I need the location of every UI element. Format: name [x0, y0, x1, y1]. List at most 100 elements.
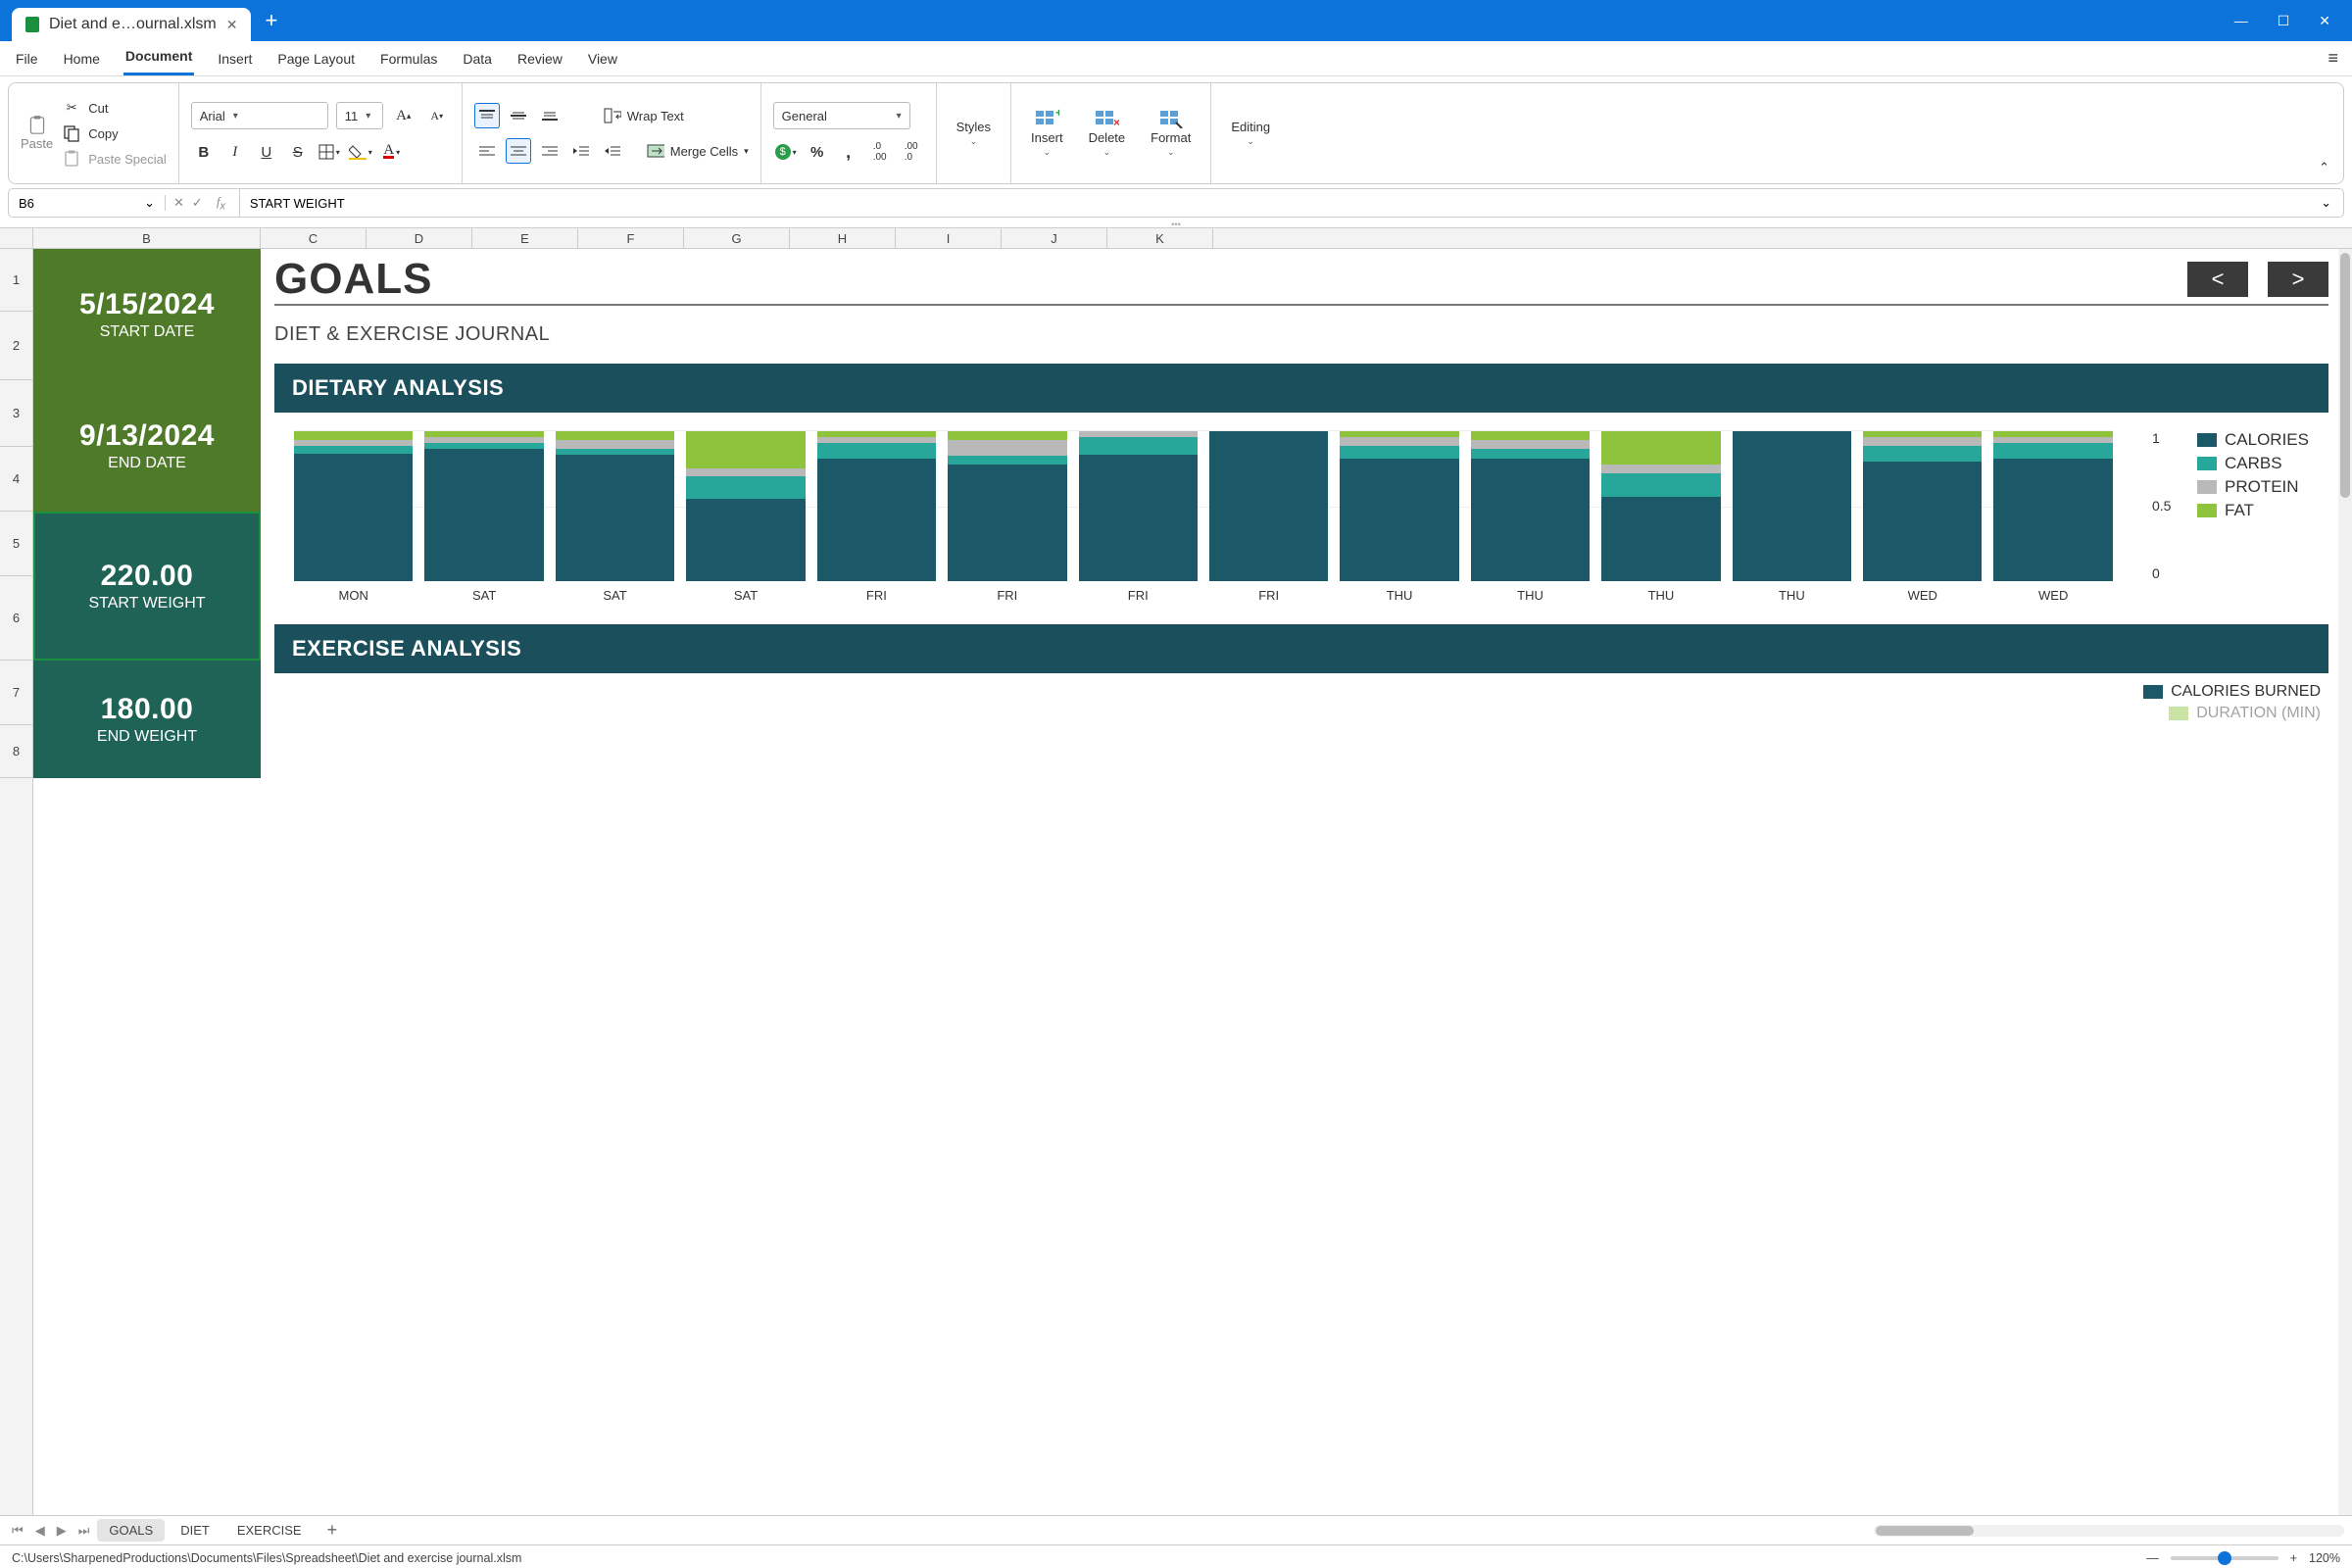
currency-button[interactable]: $▾	[773, 139, 799, 165]
align-top-button[interactable]	[474, 103, 500, 128]
column-header-H[interactable]: H	[790, 228, 896, 248]
column-header-C[interactable]: C	[261, 228, 367, 248]
sheet-nav-next[interactable]: ▶	[53, 1523, 71, 1539]
sheet-nav-prev[interactable]: ◀	[31, 1523, 49, 1539]
number-format-select[interactable]: General▾	[773, 102, 910, 129]
menu-item-page-layout[interactable]: Page Layout	[275, 45, 357, 73]
column-header-D[interactable]: D	[367, 228, 472, 248]
insert-cells-button[interactable]: + Insert⌄	[1023, 109, 1071, 158]
zoom-slider[interactable]	[2171, 1556, 2278, 1560]
menu-item-formulas[interactable]: Formulas	[378, 45, 439, 73]
expand-formula-bar-button[interactable]: ⌄	[2309, 195, 2343, 211]
editing-button[interactable]: Editing⌄	[1223, 120, 1278, 147]
column-header-B[interactable]: B	[33, 228, 261, 248]
row-header-8[interactable]: 8	[0, 725, 32, 778]
vertical-scrollbar[interactable]	[2338, 249, 2352, 1515]
row-header-1[interactable]: 1	[0, 249, 32, 312]
new-tab-button[interactable]: +	[265, 8, 277, 33]
maximize-button[interactable]: ☐	[2278, 13, 2290, 29]
menu-item-home[interactable]: Home	[62, 45, 102, 73]
close-window-button[interactable]: ✕	[2319, 13, 2330, 29]
sheet-tab-exercise[interactable]: EXERCISE	[225, 1519, 314, 1542]
delete-cells-button[interactable]: × Delete⌄	[1081, 109, 1134, 158]
accept-formula-button[interactable]: ✓	[192, 195, 203, 211]
copy-button[interactable]: Copy	[63, 124, 167, 142]
zoom-in-button[interactable]: +	[2290, 1551, 2297, 1565]
increase-indent-button[interactable]	[600, 138, 625, 164]
menu-item-view[interactable]: View	[586, 45, 619, 73]
font-name-select[interactable]: Arial▾	[191, 102, 328, 129]
increase-decimal-button[interactable]: .0.00	[867, 139, 893, 165]
menu-item-insert[interactable]: Insert	[216, 45, 254, 73]
cancel-formula-button[interactable]: ✕	[173, 195, 184, 211]
end-weight-cell[interactable]: 180.00 END WEIGHT	[33, 661, 261, 778]
minimize-button[interactable]: —	[2234, 13, 2248, 29]
row-header-3[interactable]: 3	[0, 380, 32, 447]
split-handle[interactable]: •••	[0, 220, 2352, 227]
close-tab-button[interactable]: ✕	[226, 17, 238, 33]
column-header-K[interactable]: K	[1107, 228, 1213, 248]
add-sheet-button[interactable]: +	[318, 1520, 348, 1541]
font-color-button[interactable]: A ▾	[379, 139, 405, 165]
row-header-2[interactable]: 2	[0, 312, 32, 380]
borders-button[interactable]: ▾	[317, 139, 342, 165]
percent-button[interactable]: %	[805, 139, 830, 165]
start-date-cell[interactable]: 5/15/2024 START DATE	[33, 249, 261, 380]
sheet-tab-bar: ⏮ ◀ ▶ ⏭ GOALSDIETEXERCISE +	[0, 1515, 2352, 1544]
paste-button[interactable]: Paste	[21, 117, 53, 151]
cells-area[interactable]: 5/15/2024 START DATE 9/13/2024 END DATE …	[33, 249, 2352, 1515]
align-right-button[interactable]	[537, 138, 563, 164]
bold-button[interactable]: B	[191, 139, 217, 165]
row-header-7[interactable]: 7	[0, 661, 32, 725]
align-left-button[interactable]	[474, 138, 500, 164]
horizontal-scrollbar[interactable]	[1874, 1525, 2344, 1537]
start-weight-cell[interactable]: 220.00 START WEIGHT	[33, 512, 261, 661]
comma-button[interactable]: ,	[836, 139, 861, 165]
decrease-font-size-button[interactable]: A▾	[424, 103, 450, 128]
align-middle-button[interactable]	[506, 103, 531, 128]
styles-button[interactable]: Styles⌄	[949, 120, 999, 147]
zoom-out-button[interactable]: —	[2146, 1551, 2159, 1565]
formula-input[interactable]: START WEIGHT	[240, 196, 2309, 211]
sheet-nav-first[interactable]: ⏮	[8, 1523, 27, 1539]
underline-button[interactable]: U	[254, 139, 279, 165]
cut-button[interactable]: ✂ Cut	[63, 99, 167, 117]
menu-item-file[interactable]: File	[14, 45, 40, 73]
row-header-6[interactable]: 6	[0, 576, 32, 661]
decrease-decimal-button[interactable]: .00.0	[899, 139, 924, 165]
collapse-ribbon-button[interactable]: ⌃	[2309, 83, 2343, 183]
row-header-5[interactable]: 5	[0, 512, 32, 576]
format-cells-button[interactable]: Format⌄	[1143, 109, 1199, 158]
italic-button[interactable]: I	[222, 139, 248, 165]
document-tab[interactable]: Diet and e…ournal.xlsm ✕	[12, 8, 251, 41]
column-header-G[interactable]: G	[684, 228, 790, 248]
name-box[interactable]: B6 ⌄	[9, 195, 166, 211]
fill-color-button[interactable]: ▾	[348, 139, 373, 165]
end-date-cell[interactable]: 9/13/2024 END DATE	[33, 380, 261, 512]
strikethrough-button[interactable]: S	[285, 139, 311, 165]
column-header-E[interactable]: E	[472, 228, 578, 248]
select-all-corner[interactable]	[0, 228, 33, 248]
ribbon-options-button[interactable]: ≡	[2328, 48, 2338, 69]
menu-item-document[interactable]: Document	[123, 42, 194, 75]
align-bottom-button[interactable]	[537, 103, 563, 128]
menu-item-review[interactable]: Review	[515, 45, 564, 73]
merge-cells-button[interactable]: Merge Cells	[670, 144, 738, 159]
fx-icon[interactable]: fx	[211, 194, 231, 213]
column-header-I[interactable]: I	[896, 228, 1002, 248]
next-button[interactable]: >	[2268, 262, 2328, 297]
wrap-text-button[interactable]: Wrap Text	[627, 109, 684, 123]
decrease-indent-button[interactable]	[568, 138, 594, 164]
font-size-select[interactable]: 11▾	[336, 102, 383, 129]
sheet-tab-diet[interactable]: DIET	[169, 1519, 221, 1542]
menu-item-data[interactable]: Data	[461, 45, 494, 73]
column-header-F[interactable]: F	[578, 228, 684, 248]
paste-special-button[interactable]: Paste Special	[63, 150, 167, 168]
row-header-4[interactable]: 4	[0, 447, 32, 512]
column-header-J[interactable]: J	[1002, 228, 1107, 248]
increase-font-size-button[interactable]: A▴	[391, 103, 416, 128]
sheet-tab-goals[interactable]: GOALS	[97, 1519, 165, 1542]
prev-button[interactable]: <	[2187, 262, 2248, 297]
align-center-button[interactable]	[506, 138, 531, 164]
sheet-nav-last[interactable]: ⏭	[74, 1523, 94, 1539]
